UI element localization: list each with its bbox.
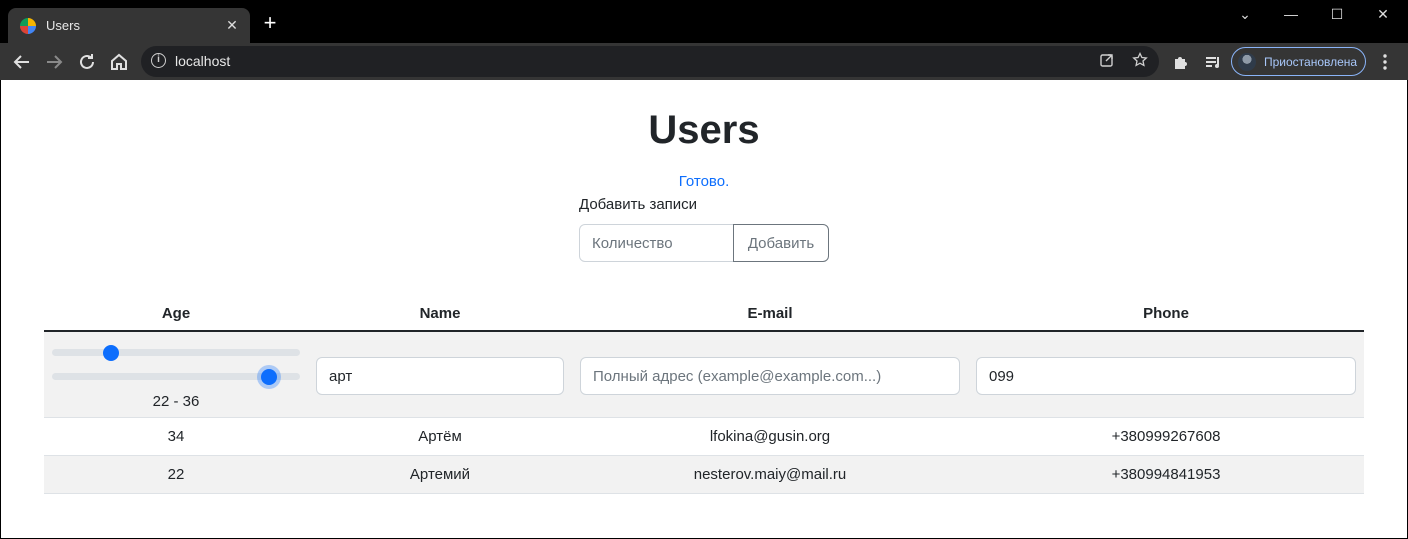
status-text: Готово. [678, 173, 730, 190]
name-filter-input[interactable] [316, 357, 564, 395]
age-min-slider[interactable] [52, 344, 300, 361]
extensions-icon[interactable] [1169, 50, 1193, 74]
profile-status: Приостановлена [1264, 54, 1358, 69]
reading-list-icon[interactable] [1201, 50, 1225, 74]
cell-phone: +380999267608 [1111, 428, 1221, 445]
cell-name: Артемий [409, 466, 471, 483]
column-header-email[interactable]: E-mail [572, 298, 968, 330]
name-filter-cell [308, 332, 572, 417]
tab-search-icon[interactable]: ⌄ [1222, 6, 1268, 23]
avatar [1238, 52, 1256, 71]
age-max-slider[interactable] [52, 368, 300, 385]
cell-email: nesterov.maiy@mail.ru [693, 466, 847, 483]
add-button[interactable]: Добавить [733, 224, 829, 262]
tab-title: Users [46, 18, 80, 33]
age-filter: 22 - 36 [44, 332, 308, 417]
browser-titlebar: Users ✕ + ⌄ — ☐ ✕ [0, 0, 1408, 43]
cell-email: lfokina@gusin.org [709, 428, 831, 445]
favicon-icon [20, 17, 36, 34]
column-header-age[interactable]: Age [44, 298, 308, 330]
profile-button[interactable]: Приостановлена [1231, 47, 1366, 76]
close-window-button[interactable]: ✕ [1360, 6, 1406, 23]
table-row[interactable]: 22 Артемий nesterov.maiy@mail.ru +380994… [44, 456, 1364, 494]
age-min-slider-thumb[interactable] [103, 344, 120, 361]
minimize-button[interactable]: — [1268, 6, 1314, 22]
new-tab-button[interactable]: + [260, 12, 280, 34]
email-filter-cell [572, 332, 968, 417]
email-filter-input[interactable] [580, 357, 960, 395]
age-max-slider-thumb[interactable] [260, 368, 277, 385]
back-arrow-icon[interactable] [10, 50, 34, 74]
cell-name: Артём [418, 428, 462, 445]
cell-age: 34 [167, 428, 185, 445]
quantity-input[interactable] [579, 224, 734, 262]
cell-age: 22 [167, 466, 185, 483]
table-header: Age Name E-mail Phone [44, 298, 1364, 332]
url-text: localhost [175, 53, 231, 69]
column-header-name[interactable]: Name [308, 298, 572, 330]
tab-close-icon[interactable]: ✕ [224, 17, 240, 34]
home-icon[interactable] [107, 50, 131, 74]
cell-phone: +380994841953 [1111, 466, 1221, 483]
phone-filter-cell [968, 332, 1364, 417]
filter-row: 22 - 36 [44, 332, 1364, 418]
column-header-phone[interactable]: Phone [968, 298, 1364, 330]
maximize-button[interactable]: ☐ [1314, 6, 1360, 23]
age-range-text: 22 - 36 [152, 393, 200, 410]
page-content: Users Готово. Добавить записи Добавить A… [1, 80, 1407, 538]
reload-icon[interactable] [75, 50, 99, 74]
page-title: Users [648, 108, 760, 152]
add-records-label: Добавить записи [579, 196, 698, 213]
menu-dots-icon[interactable] [1373, 50, 1397, 74]
phone-filter-input[interactable] [976, 357, 1356, 395]
address-bar[interactable]: i localhost [141, 46, 1159, 77]
share-icon[interactable] [1099, 52, 1115, 72]
browser-tab[interactable]: Users ✕ [8, 8, 250, 43]
users-table: Age Name E-mail Phone 22 - 36 арт Полный… [44, 298, 1364, 494]
table-row[interactable]: 34 Артём lfokina@gusin.org +380999267608 [44, 418, 1364, 456]
forward-arrow-icon[interactable] [42, 50, 66, 74]
star-icon[interactable] [1132, 51, 1148, 72]
info-icon[interactable]: i [151, 53, 166, 68]
browser-toolbar: i localhost Приостановлена [0, 43, 1408, 80]
